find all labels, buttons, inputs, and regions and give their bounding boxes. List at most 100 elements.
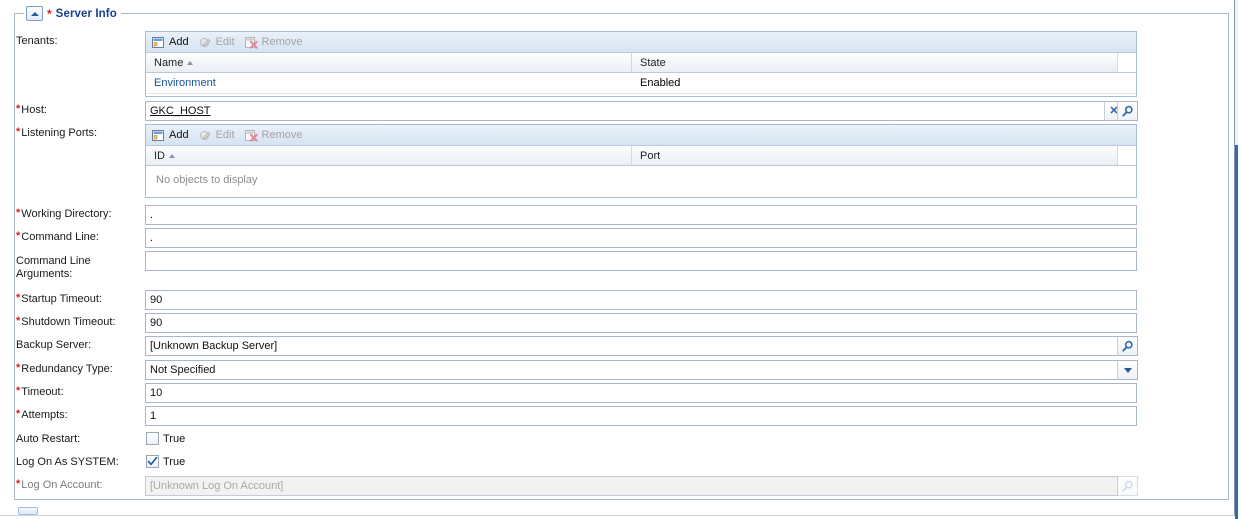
label-working-directory: *Working Directory:: [16, 208, 112, 221]
required-marker-attempts: *: [16, 408, 21, 420]
host-lookup-button[interactable]: [1117, 101, 1138, 121]
redundancy-type-select[interactable]: Not Specified: [145, 360, 1118, 380]
ports-add-button[interactable]: Add: [152, 129, 189, 142]
tenants-row-filler: [1118, 73, 1136, 93]
log-on-as-system-checkbox-row[interactable]: True: [146, 455, 185, 468]
required-marker-shutdown-timeout: *: [16, 315, 21, 327]
listening-ports-empty-message: No objects to display: [156, 174, 258, 186]
vertical-scrollbar-thumb[interactable]: [1235, 145, 1238, 519]
label-log-on-account: *Log On Account:: [16, 479, 103, 492]
tenants-add-button[interactable]: Add: [152, 36, 189, 49]
tenants-grid: Add Edit Remove Name State Environment E…: [145, 31, 1137, 97]
working-directory-input[interactable]: .: [145, 205, 1137, 225]
tenants-remove-button[interactable]: Remove: [244, 36, 303, 49]
tenants-column-state-label: State: [640, 56, 666, 69]
label-command-line-text: Command Line:: [21, 231, 99, 243]
label-command-line: *Command Line:: [16, 231, 99, 244]
ports-column-port[interactable]: Port: [632, 146, 1118, 165]
next-section-expander[interactable]: [18, 507, 38, 518]
tenants-grid-toolbar: Add Edit Remove: [146, 32, 1136, 53]
listening-ports-grid-header: ID Port: [146, 146, 1136, 166]
sort-ascending-icon: [187, 60, 194, 65]
label-tenants: Tenants:: [16, 35, 58, 47]
tenants-column-name[interactable]: Name: [146, 53, 632, 72]
label-timeout: *Timeout:: [16, 386, 64, 399]
label-redundancy-type: *Redundancy Type:: [16, 363, 113, 376]
label-host-text: Host:: [21, 104, 47, 116]
tenants-column-state[interactable]: State: [632, 53, 1118, 72]
log-on-account-placeholder: [Unknown Log On Account]: [150, 480, 284, 492]
ports-remove-button[interactable]: Remove: [244, 129, 303, 142]
label-working-directory-text: Working Directory:: [21, 208, 112, 220]
group-title: Server Info: [55, 7, 117, 20]
timeout-input[interactable]: 10: [145, 383, 1137, 403]
log-on-as-system-checkbox[interactable]: [146, 455, 159, 468]
attempts-input[interactable]: 1: [145, 406, 1137, 426]
label-command-line-arguments-line1: Command Line: [16, 255, 91, 267]
label-command-line-arguments-line2: Arguments:: [16, 268, 73, 280]
ports-column-id-label: ID: [154, 149, 165, 162]
ports-column-id[interactable]: ID: [146, 146, 632, 165]
label-log-on-account-text: Log On Account:: [21, 479, 103, 491]
label-startup-timeout-text: Startup Timeout:: [21, 293, 102, 305]
tenants-add-label: Add: [169, 36, 189, 48]
search-icon: [1121, 340, 1134, 353]
label-listening-ports: *Listening Ports:: [16, 127, 97, 140]
tenants-remove-label: Remove: [261, 36, 303, 48]
auto-restart-checkbox[interactable]: [146, 432, 159, 445]
startup-timeout-input[interactable]: 90: [145, 290, 1137, 310]
backup-server-input[interactable]: [Unknown Backup Server]: [145, 336, 1118, 356]
required-marker-host: *: [16, 103, 21, 115]
host-input[interactable]: GKC_HOST: [145, 101, 1105, 121]
remove-row-icon: [244, 36, 258, 49]
triangle-up-icon[interactable]: [26, 6, 43, 21]
chevron-down-icon: [1123, 367, 1132, 373]
search-icon: [1121, 105, 1134, 118]
ports-edit-button[interactable]: Edit: [199, 129, 235, 142]
backup-server-lookup-button[interactable]: [1117, 336, 1138, 356]
ports-header-filler: [1118, 146, 1136, 165]
remove-row-icon: [244, 129, 258, 142]
label-redundancy-type-text: Redundancy Type:: [21, 363, 113, 375]
tenants-grid-header: Name State: [146, 53, 1136, 73]
required-marker-command-line: *: [16, 230, 21, 242]
listening-ports-grid-toolbar: Add Edit Remove: [146, 125, 1136, 146]
auto-restart-checkbox-label: True: [163, 432, 186, 445]
vertical-scrollbar-track[interactable]: [1235, 0, 1238, 145]
ports-column-port-label: Port: [640, 149, 661, 162]
server-info-form-page: * Server Info Tenants: Add Edit Remove N…: [0, 0, 1241, 519]
tenants-cell-state: Enabled: [640, 77, 681, 89]
label-attempts: *Attempts:: [16, 409, 68, 422]
add-row-icon: [152, 36, 165, 49]
label-host: *Host:: [16, 104, 47, 117]
label-auto-restart: Auto Restart:: [16, 433, 81, 445]
redundancy-type-dropdown-button[interactable]: [1117, 360, 1138, 380]
label-shutdown-timeout-text: Shutdown Timeout:: [21, 316, 116, 328]
required-marker-working-directory: *: [16, 207, 21, 219]
command-line-input[interactable]: .: [145, 228, 1137, 248]
required-marker-log-on-account: *: [16, 478, 21, 490]
tenants-edit-button[interactable]: Edit: [199, 36, 235, 49]
tenants-edit-label: Edit: [215, 36, 235, 48]
shutdown-timeout-input[interactable]: 90: [145, 313, 1137, 333]
ports-add-label: Add: [169, 129, 189, 141]
tenants-cell-name: Environment: [154, 77, 216, 89]
required-marker-listening-ports: *: [16, 126, 21, 138]
tenants-header-filler: [1118, 53, 1136, 72]
label-log-on-as-system: Log On As SYSTEM:: [16, 456, 119, 468]
command-line-arguments-input[interactable]: [145, 251, 1137, 271]
log-on-account-lookup-button[interactable]: [1117, 476, 1138, 496]
log-on-account-input[interactable]: [Unknown Log On Account]: [145, 476, 1118, 496]
required-marker: *: [47, 6, 52, 21]
listening-ports-grid: Add Edit Remove ID Port No objects to di…: [145, 124, 1137, 198]
label-timeout-text: Timeout:: [21, 386, 64, 398]
ports-edit-label: Edit: [215, 129, 235, 141]
label-attempts-text: Attempts:: [21, 409, 68, 421]
search-icon: [1121, 480, 1134, 493]
edit-pencil-icon: [199, 36, 212, 49]
required-marker-startup-timeout: *: [16, 292, 21, 304]
table-row[interactable]: Environment Enabled: [146, 73, 1136, 94]
checkmark-icon: [147, 456, 158, 467]
required-marker-timeout: *: [16, 385, 21, 397]
auto-restart-checkbox-row[interactable]: True: [146, 432, 185, 445]
